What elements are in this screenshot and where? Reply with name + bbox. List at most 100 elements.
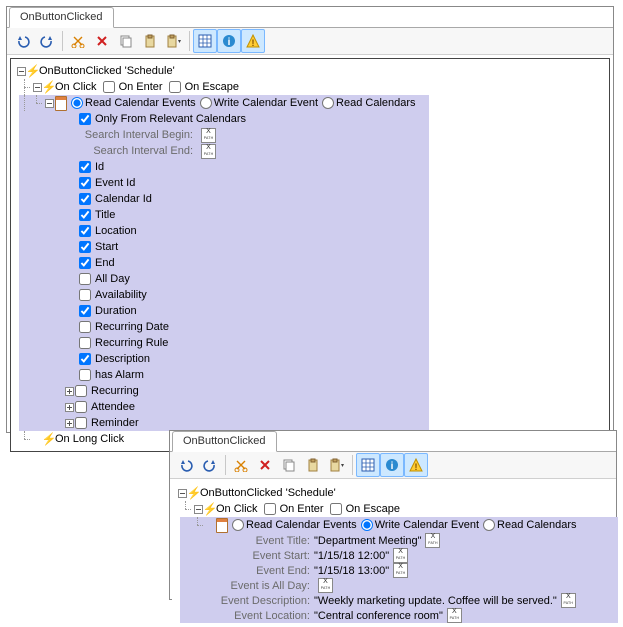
grid-toggle-button[interactable] (193, 29, 217, 53)
collapse-icon[interactable] (194, 505, 203, 514)
tabbar: OnButtonClicked (7, 7, 613, 28)
info-toggle-button[interactable]: i (217, 29, 241, 53)
expand-icon[interactable] (65, 403, 74, 412)
write-field-row: Event Location:"Central conference room" (180, 608, 618, 623)
xpath-button[interactable] (201, 128, 216, 143)
on-click-label: On Click (216, 502, 258, 517)
calendar-icon (55, 96, 67, 111)
field-checkbox[interactable] (79, 369, 91, 381)
field-checkbox[interactable] (79, 177, 91, 189)
collapse-icon[interactable] (33, 83, 42, 92)
field-label: Recurring Date (95, 320, 169, 335)
undo-button[interactable] (174, 453, 198, 477)
subgroup-checkbox[interactable] (75, 401, 87, 413)
field-checkbox[interactable] (79, 289, 91, 301)
field-checkbox[interactable] (79, 225, 91, 237)
on-enter-label: On Enter (280, 502, 324, 517)
on-escape-checkbox[interactable] (330, 503, 342, 515)
field-checkbox[interactable] (79, 273, 91, 285)
write-field-label: Event Title: (180, 535, 314, 547)
on-enter-checkbox[interactable] (103, 81, 115, 93)
undo-button[interactable] (11, 29, 35, 53)
panel-write-calendar: OnButtonClicked i ! ⚡ OnButtonClicked 'S… (169, 430, 617, 600)
subgroup-row[interactable]: Recurring (19, 383, 429, 399)
read-calendars-radio[interactable] (483, 519, 495, 531)
write-event-radio[interactable] (200, 97, 212, 109)
collapse-icon[interactable] (17, 67, 26, 76)
search-begin-label: Search Interval Begin: (19, 129, 197, 141)
subgroup-checkbox[interactable] (75, 385, 87, 397)
read-events-label: Read Calendar Events (85, 96, 196, 111)
collapse-icon[interactable] (178, 489, 187, 498)
xpath-button[interactable] (393, 563, 408, 578)
field-label: Recurring Rule (95, 336, 168, 351)
xpath-button[interactable] (201, 144, 216, 159)
field-checkbox[interactable] (79, 337, 91, 349)
expand-icon[interactable] (65, 387, 74, 396)
write-field-value: "1/15/18 13:00" (314, 565, 389, 577)
only-relevant-checkbox[interactable] (79, 113, 91, 125)
copy-button[interactable] (114, 29, 138, 53)
paste-menu-button[interactable] (162, 29, 186, 53)
toolbar: i ! (170, 452, 616, 479)
tree-root[interactable]: ⚡ OnButtonClicked 'Schedule' (15, 63, 605, 79)
subgroup-row[interactable]: Attendee (19, 399, 429, 415)
xpath-button[interactable] (425, 533, 440, 548)
subgroup-row[interactable]: Reminder (19, 415, 429, 431)
field-checkbox[interactable] (79, 209, 91, 221)
read-calendars-radio[interactable] (322, 97, 334, 109)
cut-button[interactable] (66, 29, 90, 53)
grid-toggle-button[interactable] (356, 453, 380, 477)
tree-root[interactable]: ⚡ OnButtonClicked 'Schedule' (176, 485, 610, 501)
toolbar-separator (225, 455, 226, 475)
write-event-radio[interactable] (361, 519, 373, 531)
redo-button[interactable] (198, 453, 222, 477)
write-field-row: Event Description:"Weekly marketing upda… (180, 593, 618, 608)
warning-toggle-button[interactable]: ! (241, 29, 265, 53)
field-label: Description (95, 352, 150, 367)
subgroup-checkbox[interactable] (75, 417, 87, 429)
field-row: All Day (19, 271, 429, 287)
field-checkbox[interactable] (79, 321, 91, 333)
root-label: OnButtonClicked 'Schedule' (39, 64, 175, 79)
field-checkbox[interactable] (79, 241, 91, 253)
events-row: ⚡ On Click On Enter On Escape (176, 501, 610, 517)
on-enter-checkbox[interactable] (264, 503, 276, 515)
tab-onbuttonclicked[interactable]: OnButtonClicked (172, 431, 277, 452)
redo-button[interactable] (35, 29, 59, 53)
delete-button[interactable] (253, 453, 277, 477)
write-field-value: "Central conference room" (314, 610, 443, 622)
xpath-button[interactable] (318, 578, 333, 593)
paste-menu-button[interactable] (325, 453, 349, 477)
on-long-click-label: On Long Click (55, 432, 124, 447)
copy-button[interactable] (277, 453, 301, 477)
xpath-button[interactable] (561, 593, 576, 608)
field-checkbox[interactable] (79, 193, 91, 205)
write-event-label: Write Calendar Event (375, 518, 479, 533)
field-checkbox[interactable] (79, 257, 91, 269)
cut-button[interactable] (229, 453, 253, 477)
delete-button[interactable] (90, 29, 114, 53)
collapse-icon[interactable] (45, 99, 54, 108)
tabbar: OnButtonClicked (170, 431, 616, 452)
expand-icon[interactable] (65, 419, 74, 428)
info-toggle-button[interactable]: i (380, 453, 404, 477)
field-row: Id (19, 159, 429, 175)
field-label: Title (95, 208, 115, 223)
on-escape-checkbox[interactable] (169, 81, 181, 93)
tab-onbuttonclicked[interactable]: OnButtonClicked (9, 7, 114, 28)
xpath-button[interactable] (393, 548, 408, 563)
only-relevant-label: Only From Relevant Calendars (95, 112, 246, 127)
warning-toggle-button[interactable]: ! (404, 453, 428, 477)
paste-button[interactable] (138, 29, 162, 53)
read-events-radio[interactable] (71, 97, 83, 109)
svg-text:i: i (228, 37, 231, 48)
field-checkbox[interactable] (79, 161, 91, 173)
subgroup-label: Reminder (91, 416, 139, 431)
xpath-button[interactable] (447, 608, 462, 623)
paste-button[interactable] (301, 453, 325, 477)
read-events-radio[interactable] (232, 519, 244, 531)
field-checkbox[interactable] (79, 305, 91, 317)
field-row: Recurring Date (19, 319, 429, 335)
field-checkbox[interactable] (79, 353, 91, 365)
